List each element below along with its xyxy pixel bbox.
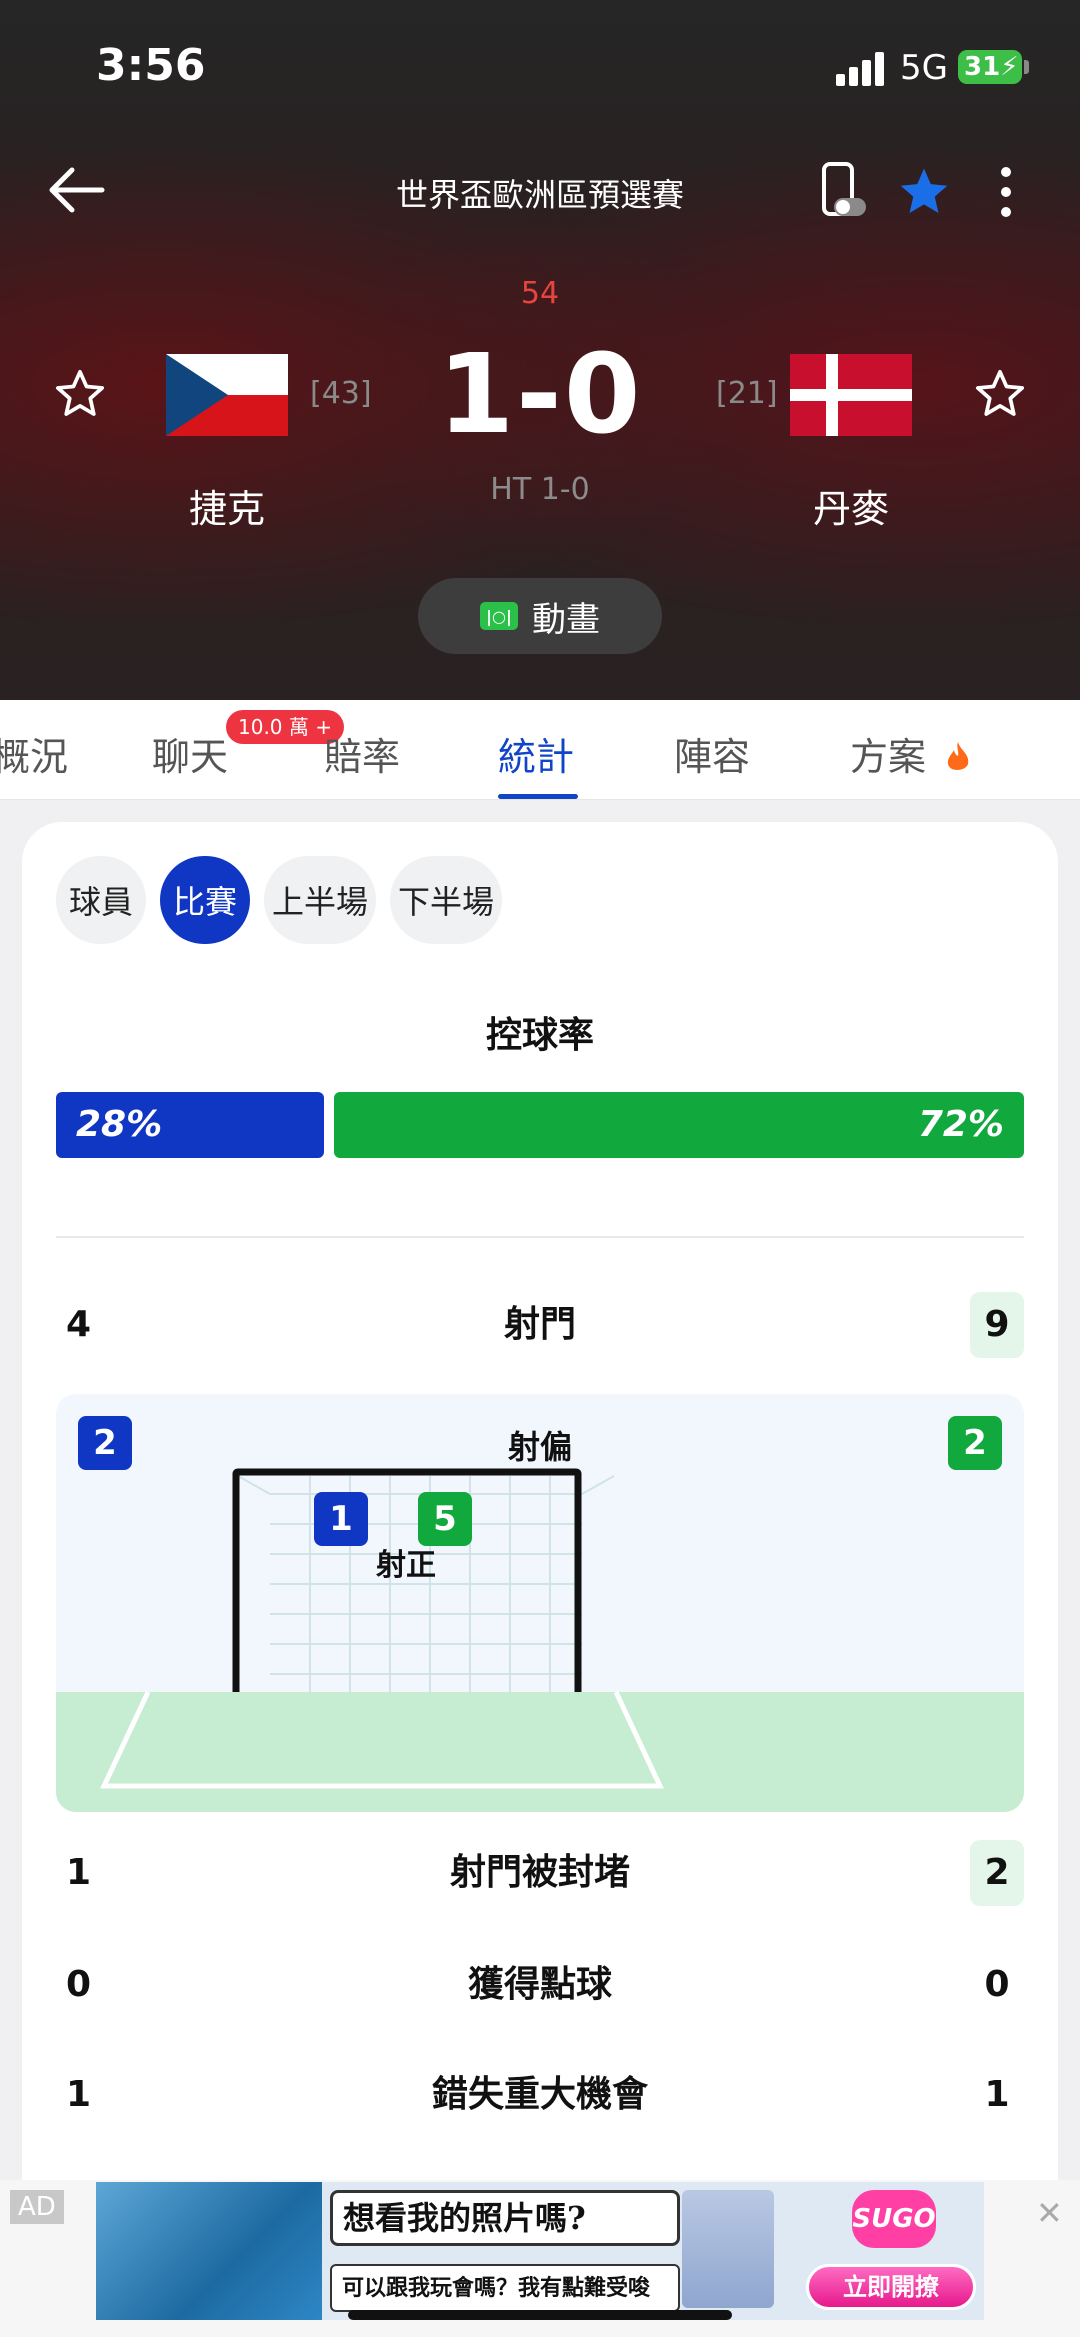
tab-odds[interactable]: 賠率 xyxy=(324,726,400,781)
stat-row-penalties: 0 獲得點球 0 xyxy=(56,1952,1024,2018)
ad-cta-button[interactable]: 立即開撩 xyxy=(806,2264,976,2310)
animation-button[interactable]: |○| 動畫 xyxy=(418,578,662,654)
denmark-flag-icon xyxy=(790,354,912,436)
filter-players[interactable]: 球員 xyxy=(56,856,146,944)
blocked-label: 射門被封堵 xyxy=(449,1852,630,1893)
shot-map: 射偏 2 2 1 5 射正 xyxy=(56,1394,1024,1812)
match-score: 1-0 xyxy=(437,330,643,458)
home-indicator xyxy=(348,2310,732,2320)
off-target-label: 射偏 xyxy=(507,1428,572,1466)
ad-photo xyxy=(96,2182,322,2320)
away-team-name[interactable]: 丹麥 xyxy=(731,478,971,533)
match-minute: 54 xyxy=(520,276,560,311)
favorite-match-star-icon[interactable] xyxy=(896,164,952,220)
battery-level: 31 xyxy=(964,52,1001,82)
tab-bar: 概況 聊天 10.0 萬 + 賠率 統計 陣容 方案 xyxy=(0,700,1080,800)
ad-headline: 想看我的照片嗎? xyxy=(330,2190,680,2246)
active-tab-indicator xyxy=(498,794,578,799)
big-chances-missed-label: 錯失重大機會 xyxy=(431,2074,648,2115)
network-type: 5G xyxy=(900,48,948,88)
away-on-target: 5 xyxy=(418,1492,472,1546)
away-penalties: 0 xyxy=(984,1964,1010,2005)
shots-label: 射門 xyxy=(503,1304,576,1345)
battery-icon: 31⚡ xyxy=(958,50,1022,84)
ad-subline: 可以跟我玩會嗎？我有點難受唆 xyxy=(330,2264,680,2312)
filter-match[interactable]: 比賽 xyxy=(160,856,250,944)
tab-chat[interactable]: 聊天 xyxy=(152,726,228,781)
status-time: 3:56 xyxy=(96,40,206,91)
more-options-icon[interactable] xyxy=(996,164,1016,220)
away-rank: [21] xyxy=(716,376,778,411)
home-off-target: 2 xyxy=(78,1416,132,1470)
home-possession-bar: 28% xyxy=(56,1092,324,1158)
status-bar: 3:56 5G 31⚡ xyxy=(0,0,1080,130)
away-blocked: 2 xyxy=(970,1840,1024,1906)
home-team-name[interactable]: 捷克 xyxy=(107,478,347,533)
tab-overview[interactable]: 概況 xyxy=(0,726,68,781)
penalties-label: 獲得點球 xyxy=(467,1964,612,2005)
divider xyxy=(56,1236,1024,1238)
home-on-target: 1 xyxy=(314,1492,368,1546)
phone-toggle-icon[interactable] xyxy=(818,160,870,222)
ad-creative[interactable]: 想看我的照片嗎? 可以跟我玩會嗎？我有點難受唆 SUGO 立即開撩 xyxy=(96,2182,984,2320)
match-header: 3:56 5G 31⚡ 世界盃歐洲區預選賽 54 [43] 1-0 [21] H… xyxy=(0,0,1080,700)
top-bar: 世界盃歐洲區預選賽 xyxy=(0,150,1080,230)
tab-lineup[interactable]: 陣容 xyxy=(674,726,750,781)
ad-brand-logo: SUGO xyxy=(852,2190,936,2248)
fire-icon xyxy=(947,742,969,771)
pitch-icon: |○| xyxy=(480,602,518,630)
on-target-label: 射正 xyxy=(376,1548,436,1583)
away-off-target: 2 xyxy=(948,1416,1002,1470)
stat-row-blocked: 1 射門被封堵 2 xyxy=(56,1840,1024,1906)
filter-second-half[interactable]: 下半場 xyxy=(390,856,502,944)
away-big-chances-missed: 1 xyxy=(984,2074,1010,2115)
away-shots: 9 xyxy=(970,1292,1024,1358)
signal-icon xyxy=(836,50,888,86)
favorite-away-star-icon[interactable] xyxy=(972,366,1028,422)
ad-tag: AD xyxy=(10,2190,64,2224)
filter-first-half[interactable]: 上半場 xyxy=(264,856,376,944)
tab-plans[interactable]: 方案 xyxy=(850,726,972,781)
battery-tip xyxy=(1024,60,1029,74)
stat-row-big-chances: 1 錯失重大機會 1 xyxy=(56,2062,1024,2128)
stats-card: 球員 比賽 上半場 下半場 控球率 28% 72% 4 射門 9 射偏 2 2 … xyxy=(22,822,1058,2337)
possession-title: 控球率 xyxy=(485,1015,594,1056)
tab-plans-label: 方案 xyxy=(850,735,927,779)
away-possession-bar: 72% xyxy=(334,1092,1024,1158)
animation-label: 動畫 xyxy=(532,599,600,640)
ad-thumbnail xyxy=(682,2190,774,2308)
tab-stats[interactable]: 統計 xyxy=(498,726,574,781)
stat-row-shots: 4 射門 9 xyxy=(56,1292,1024,1358)
ad-close-icon[interactable]: ✕ xyxy=(1036,2194,1063,2232)
